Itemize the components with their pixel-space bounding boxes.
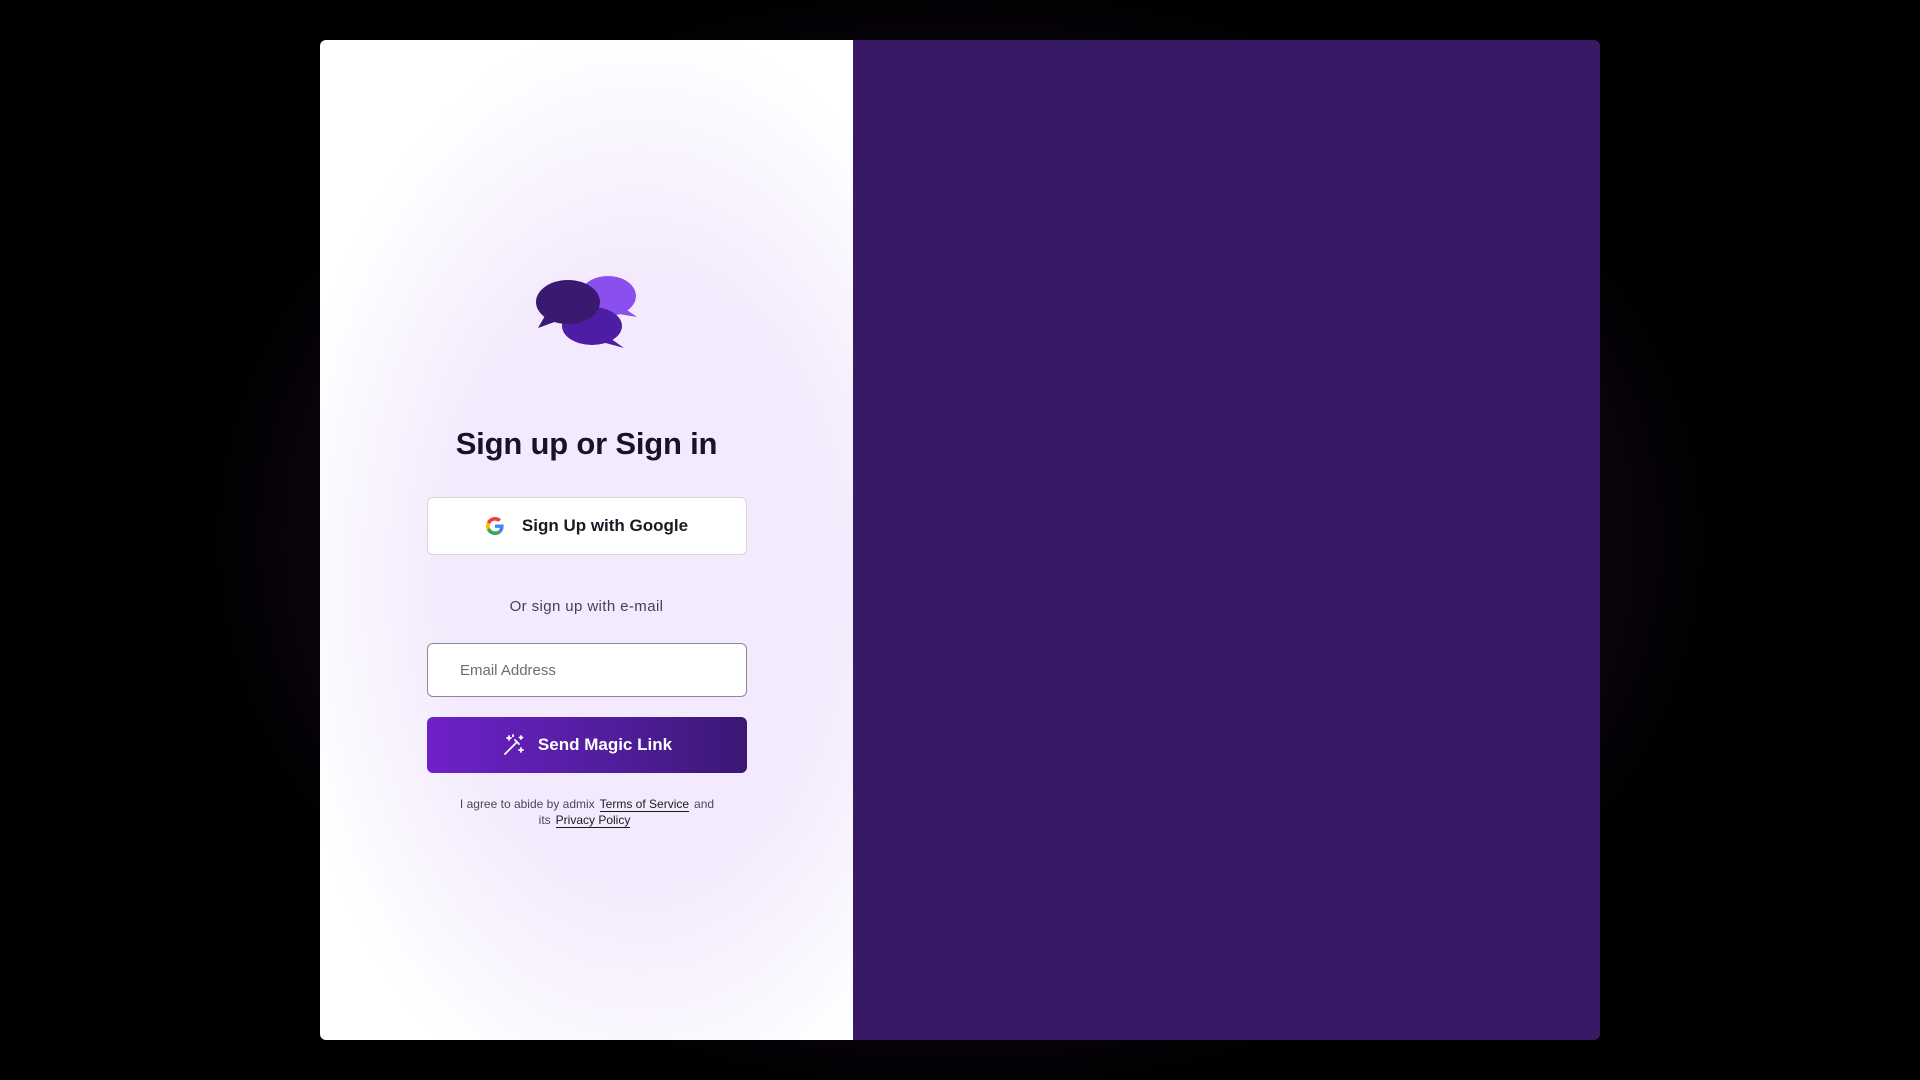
terms-conjunction: and [694,797,715,811]
terms-prefix: I agree to abide by admix [459,797,595,811]
google-signup-label: Sign Up with Google [521,516,689,535]
privacy-policy-link[interactable]: Privacy Policy [555,813,631,828]
send-magic-link-button[interactable]: Send Magic Link [427,717,747,773]
magic-wand-icon [502,733,526,757]
terms-of-service-link[interactable]: Terms of Service [599,797,690,812]
chat-bubbles-logo-icon [536,274,638,350]
auth-card: Sign up or Sign in Sign Up with Google O… [320,40,1600,1040]
google-signup-button[interactable]: Sign Up with Google [427,497,747,555]
divider-text: Or sign up with e-mail [509,598,664,615]
google-icon [485,517,504,535]
terms-its: its [538,813,551,827]
brand-panel [853,40,1600,1040]
page-title: Sign up or Sign in [455,426,718,461]
email-field[interactable] [427,643,747,697]
terms-notice: I agree to abide by admix Terms of Servic… [427,796,747,828]
send-magic-link-label: Send Magic Link [537,735,673,754]
signin-panel: Sign up or Sign in Sign Up with Google O… [320,40,853,1040]
